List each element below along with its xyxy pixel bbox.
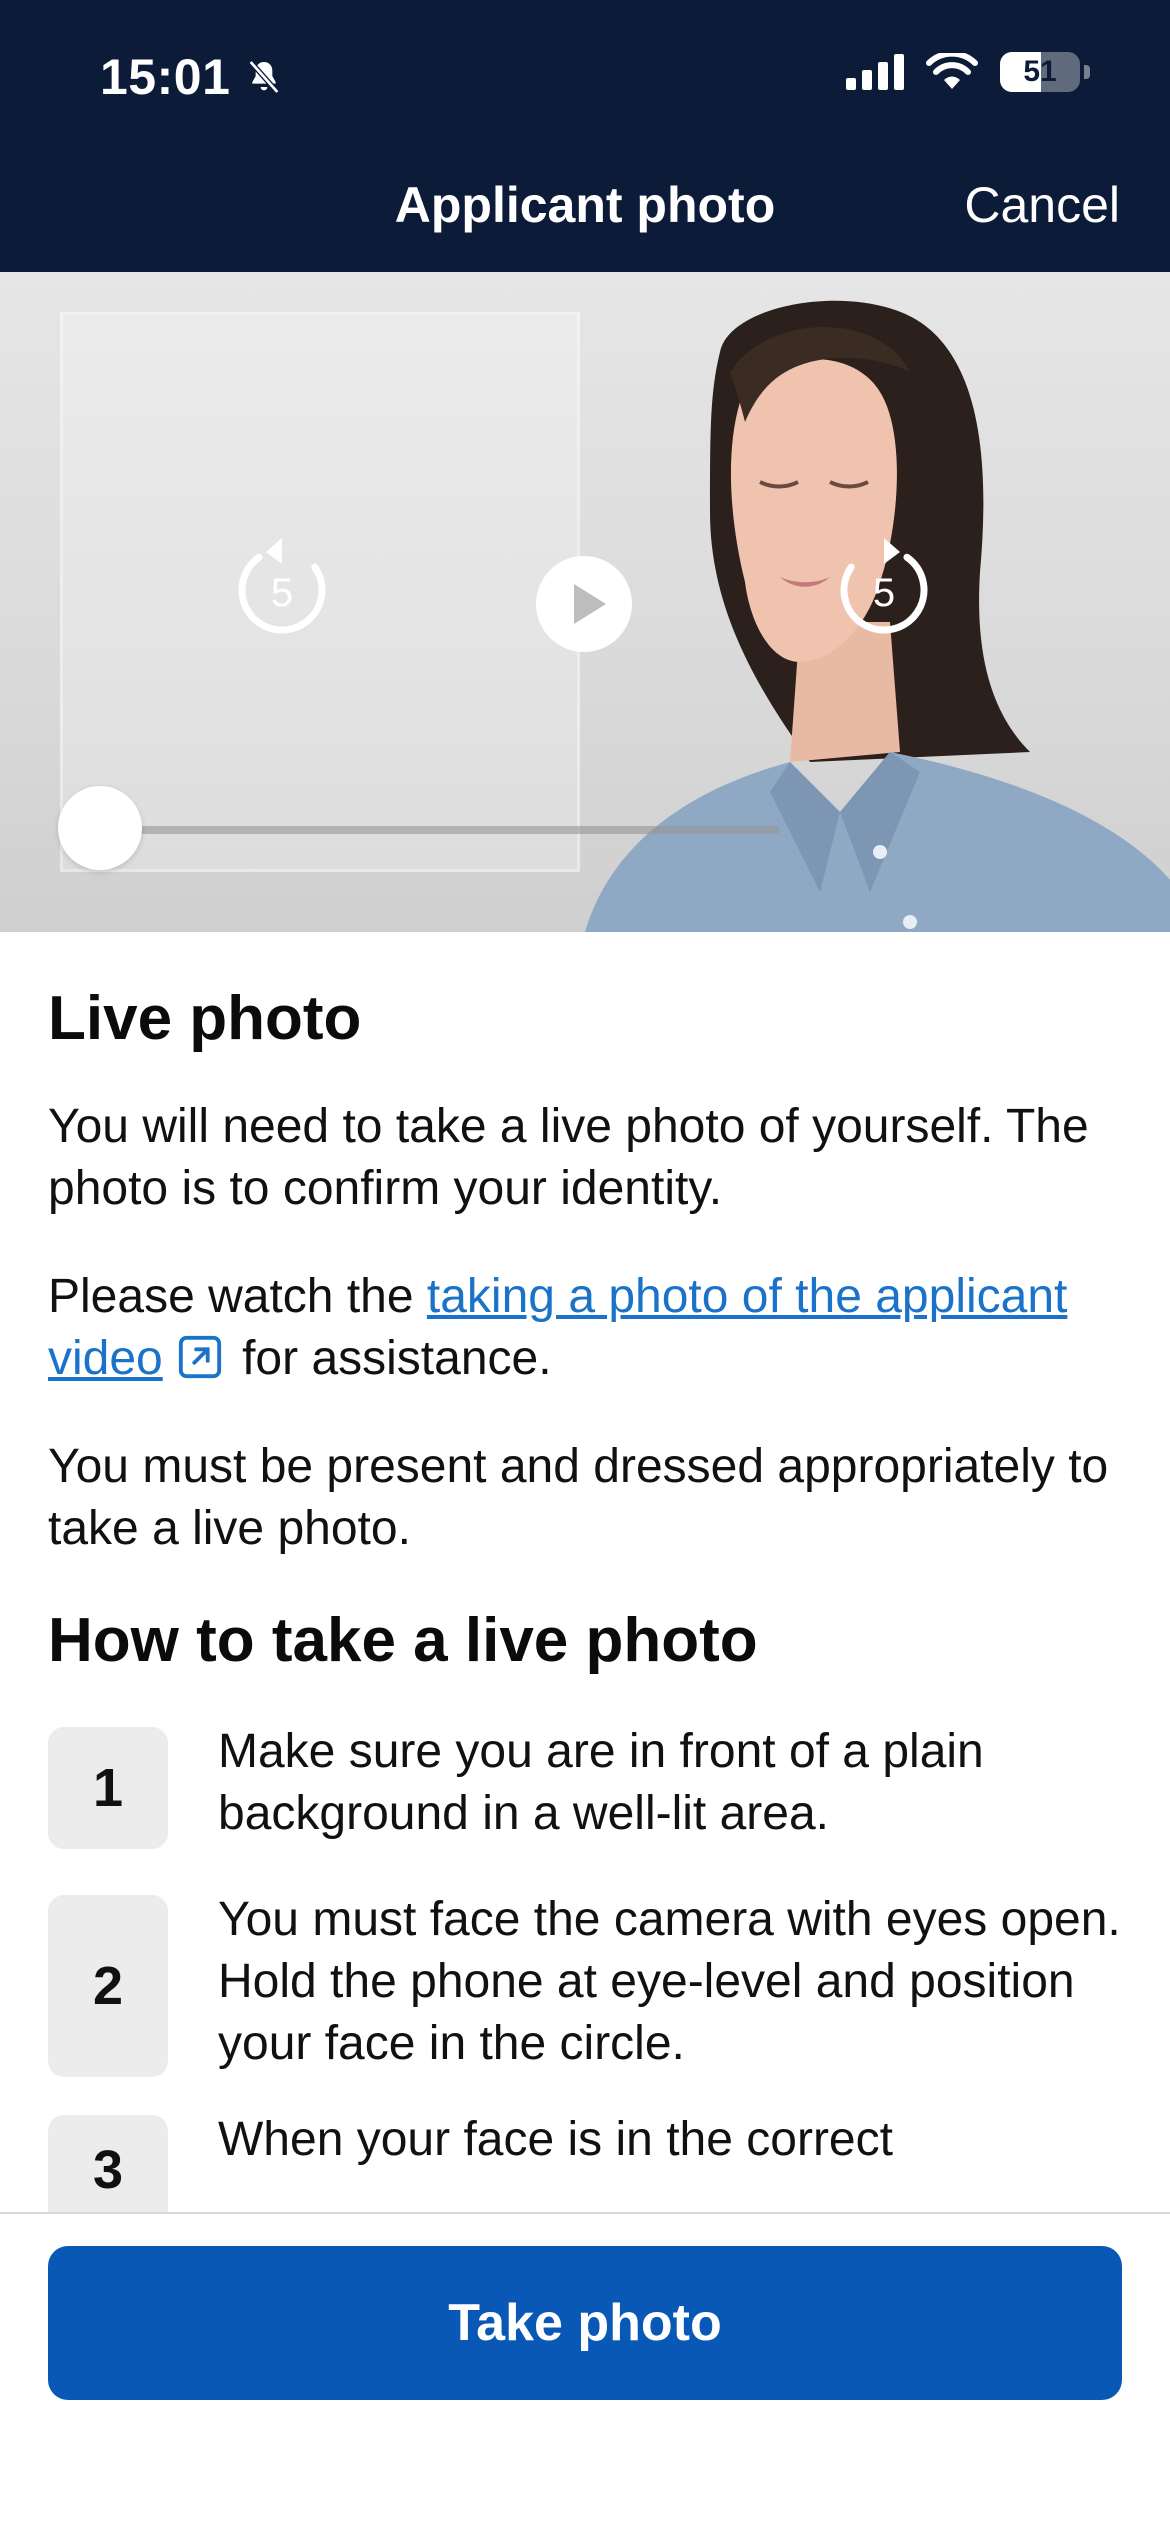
video-assistance-text: Please watch the taking a photo of the a… [48,1266,1128,1390]
play-icon[interactable] [534,554,634,654]
assistance-suffix: for assistance. [228,1332,552,1386]
video-scrubber-handle[interactable] [58,786,142,870]
app-screen: 15:01 51 Applicant photo Cancel 5 5 Live… [0,0,1170,2532]
status-time-text: 15:01 [100,49,231,105]
status-time: 15:01 [100,48,284,106]
external-link-icon[interactable] [177,1334,223,1380]
signal-icon [846,54,904,90]
forward-seconds: 5 [873,571,895,615]
battery-cap [1084,65,1090,79]
take-photo-button[interactable]: Take photo [48,2246,1122,2400]
battery-level: 51 [1023,55,1057,88]
step-number-badge: 1 [48,1726,168,1849]
step-item: 1 Make sure you are in front of a plain … [48,1725,1128,1849]
step-text: When your face is in the correct [218,2112,893,2166]
cancel-button[interactable]: Cancel [964,176,1120,234]
steps-list: 1 Make sure you are in front of a plain … [48,1725,1128,2237]
bell-slash-icon [249,60,280,94]
top-bar: 15:01 51 Applicant photo Cancel [0,0,1170,272]
forward-5-icon[interactable]: 5 [834,534,934,644]
step-item: 2 You must face the camera with eyes ope… [48,1893,1128,2077]
step-text: You must face the camera with eyes open.… [218,1892,1121,2070]
assistance-prefix: Please watch the [48,1270,427,1324]
video-player[interactable]: 5 5 [0,272,1170,932]
rewind-seconds: 5 [271,571,293,615]
rewind-5-icon[interactable]: 5 [232,534,332,644]
battery-icon: 51 [1000,52,1080,92]
status-icons: 51 [846,52,1090,92]
step-number-badge: 2 [48,1894,168,2077]
bottom-action-bar: Take photo [0,2212,1170,2532]
step-text: Make sure you are in front of a plain ba… [218,1724,984,1840]
live-photo-heading: Live photo [48,984,362,1053]
presence-requirement-text: You must be present and dressed appropri… [48,1440,1109,1556]
how-to-heading: How to take a live photo [48,1606,758,1676]
instructions-content: Live photo You will need to take a live … [48,932,1128,2283]
wifi-icon [926,53,978,89]
video-progress-track[interactable] [100,826,780,834]
live-photo-intro: You will need to take a live photo of yo… [48,1100,1089,1216]
